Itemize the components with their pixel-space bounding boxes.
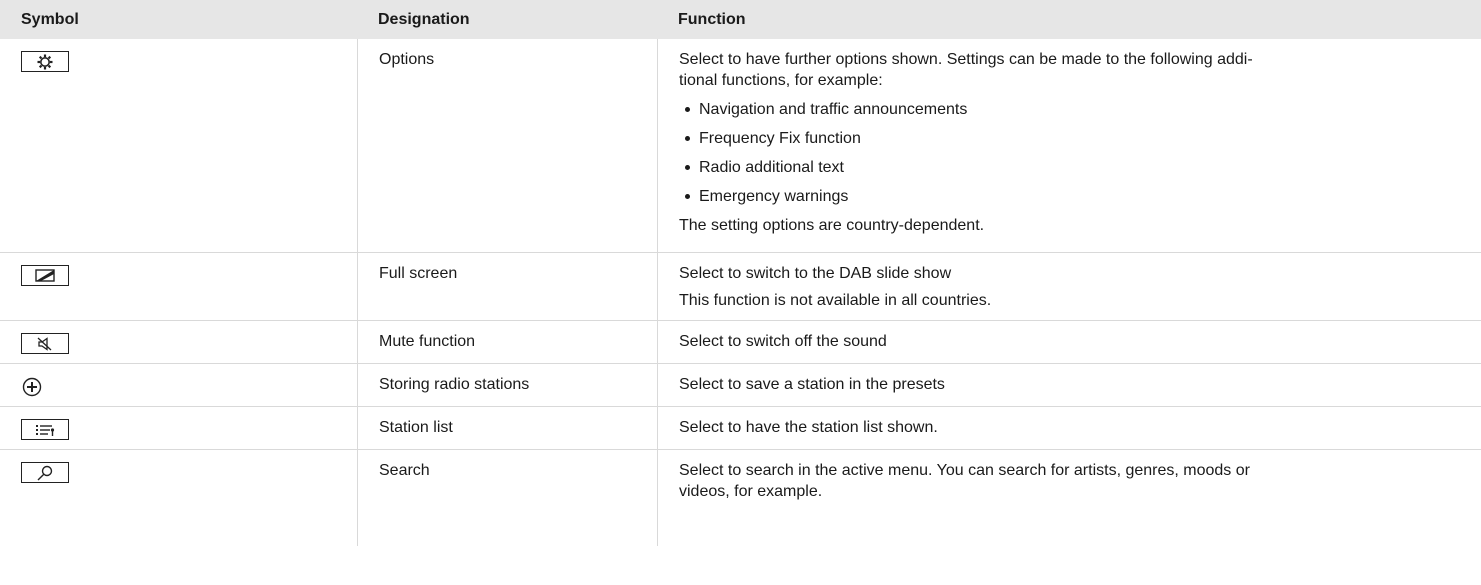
function-cell: Select to have further options shown. Se… [657,39,1481,252]
symbol-cell [0,364,357,406]
note-text: This function is not available in all co… [679,292,992,309]
symbol-cell [0,407,357,449]
note-text: The setting options are country-dependen… [679,217,985,234]
table-row-station-list: Station list Select to have the station … [0,407,1481,450]
search-icon [21,462,69,483]
table-row-options: Options Select to have further options s… [0,39,1481,253]
designation-cell: Storing radio stations [357,364,657,406]
table-row-mute: Mute function Select to switch off the s… [0,321,1481,364]
symbol-cell [0,253,357,320]
designation-cell: Mute function [357,321,657,363]
table-row-search: Search Select to search in the active me… [0,450,1481,546]
mute-icon [21,333,69,354]
header-designation: Designation [378,11,470,28]
function-cell: Select to switch to the DAB slide show T… [657,253,1481,320]
designation-cell: Full screen [357,253,657,320]
station-list-icon [21,419,69,440]
function-cell: Select to have the station list shown. [657,407,1481,449]
symbol-table: Symbol Designation Function Options Sele… [0,0,1481,546]
function-line: Select to have further options shown. Se… [679,51,1253,68]
function-text: Select to switch to the DAB slide show [679,265,952,282]
header-symbol: Symbol [21,11,79,28]
symbol-cell [0,39,357,252]
bullet-list: Navigation and traffic announcements Fre… [679,99,1467,207]
function-cell: Select to search in the active menu. You… [657,450,1481,546]
table-row-storing: Storing radio stations Select to save a … [0,364,1481,407]
function-text: Select to have further options shown. Se… [679,49,1467,91]
function-text: Select to search in the active menu. You… [679,460,1467,502]
symbol-cell [0,321,357,363]
table-row-full-screen: Full screen Select to switch to the DAB … [0,253,1481,321]
function-cell: Select to save a station in the presets [657,364,1481,406]
symbol-cell [0,450,357,546]
function-cell: Select to switch off the sound [657,321,1481,363]
list-item: Radio additional text [679,157,1467,178]
header-function: Function [678,11,746,28]
designation-cell: Station list [357,407,657,449]
function-line: videos, for example. [679,483,823,500]
gear-icon [21,51,69,72]
function-line: tional functions, for example: [679,72,883,89]
table-header: Symbol Designation Function [0,0,1481,39]
function-line: Select to search in the active menu. You… [679,462,1250,479]
plus-circle-icon [21,376,43,398]
designation-cell: Options [357,39,657,252]
list-item: Frequency Fix function [679,128,1467,149]
list-item: Emergency warnings [679,186,1467,207]
full-screen-icon [21,265,69,286]
list-item: Navigation and traffic announcements [679,99,1467,120]
designation-cell: Search [357,450,657,546]
